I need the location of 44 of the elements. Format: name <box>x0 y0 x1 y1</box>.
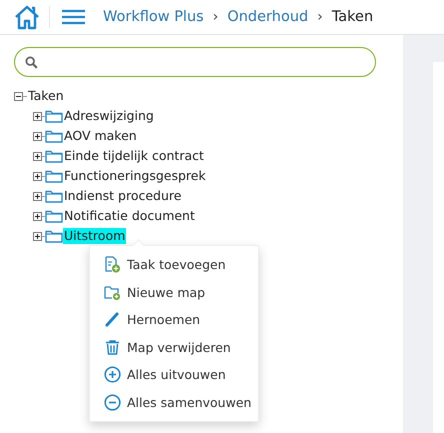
chevron-icon: › <box>317 9 323 25</box>
menu-item[interactable]: Map verwijderen <box>90 334 258 361</box>
folder-icon <box>45 209 63 223</box>
menu-item[interactable]: Alles samenvouwen <box>90 388 258 416</box>
tree-item[interactable]: AOV maken <box>63 128 138 144</box>
tree-item[interactable]: Indienst procedure <box>63 188 182 204</box>
menu-icon[interactable] <box>62 9 85 25</box>
trash-icon <box>104 338 121 356</box>
pencil-icon <box>104 311 121 328</box>
menu-item[interactable]: Taak toevoegen <box>90 251 258 278</box>
collapse-toggle-icon[interactable] <box>14 92 23 100</box>
folder-icon <box>45 169 63 183</box>
expand-toggle-icon[interactable] <box>33 152 42 160</box>
expand-toggle-icon[interactable] <box>33 192 42 200</box>
expand-toggle-icon[interactable] <box>33 232 42 240</box>
plus-circle-icon <box>104 366 121 384</box>
folder-icon <box>45 149 63 163</box>
tree-item[interactable]: Notificatie document <box>63 208 196 224</box>
home-icon[interactable] <box>14 4 40 30</box>
menu-item[interactable]: Alles uitvouwen <box>90 361 258 388</box>
expand-toggle-icon[interactable] <box>33 112 42 120</box>
expand-toggle-icon[interactable] <box>33 172 42 180</box>
expand-toggle-icon[interactable] <box>33 132 42 140</box>
folder-plus-icon <box>104 284 121 301</box>
tree-item[interactable]: Einde tijdelijk contract <box>63 148 205 164</box>
breadcrumb-link[interactable]: Onderhoud <box>227 9 308 25</box>
breadcrumb-link[interactable]: Workflow Plus <box>103 9 204 25</box>
folder-icon <box>45 129 63 143</box>
menu-item[interactable]: Nieuwe map <box>90 278 258 306</box>
menu-item[interactable]: Hernoemen <box>90 306 258 334</box>
folder-icon <box>45 229 63 243</box>
minus-circle-icon <box>104 394 121 411</box>
tree-item[interactable]: Taken <box>27 88 65 104</box>
search-icon <box>25 56 38 68</box>
chevron-icon: › <box>212 9 218 25</box>
tree-item[interactable]: Adreswijziging <box>63 108 155 124</box>
folder-icon <box>45 109 63 123</box>
folder-icon <box>45 189 63 203</box>
expand-toggle-icon[interactable] <box>33 212 42 220</box>
page-title: Taken <box>332 9 374 25</box>
document-plus-icon <box>104 256 121 274</box>
search-field[interactable] <box>14 47 376 77</box>
tree-item[interactable]: Uitstroom <box>63 228 126 244</box>
tree-item[interactable]: Functioneringsgesprek <box>63 168 207 184</box>
